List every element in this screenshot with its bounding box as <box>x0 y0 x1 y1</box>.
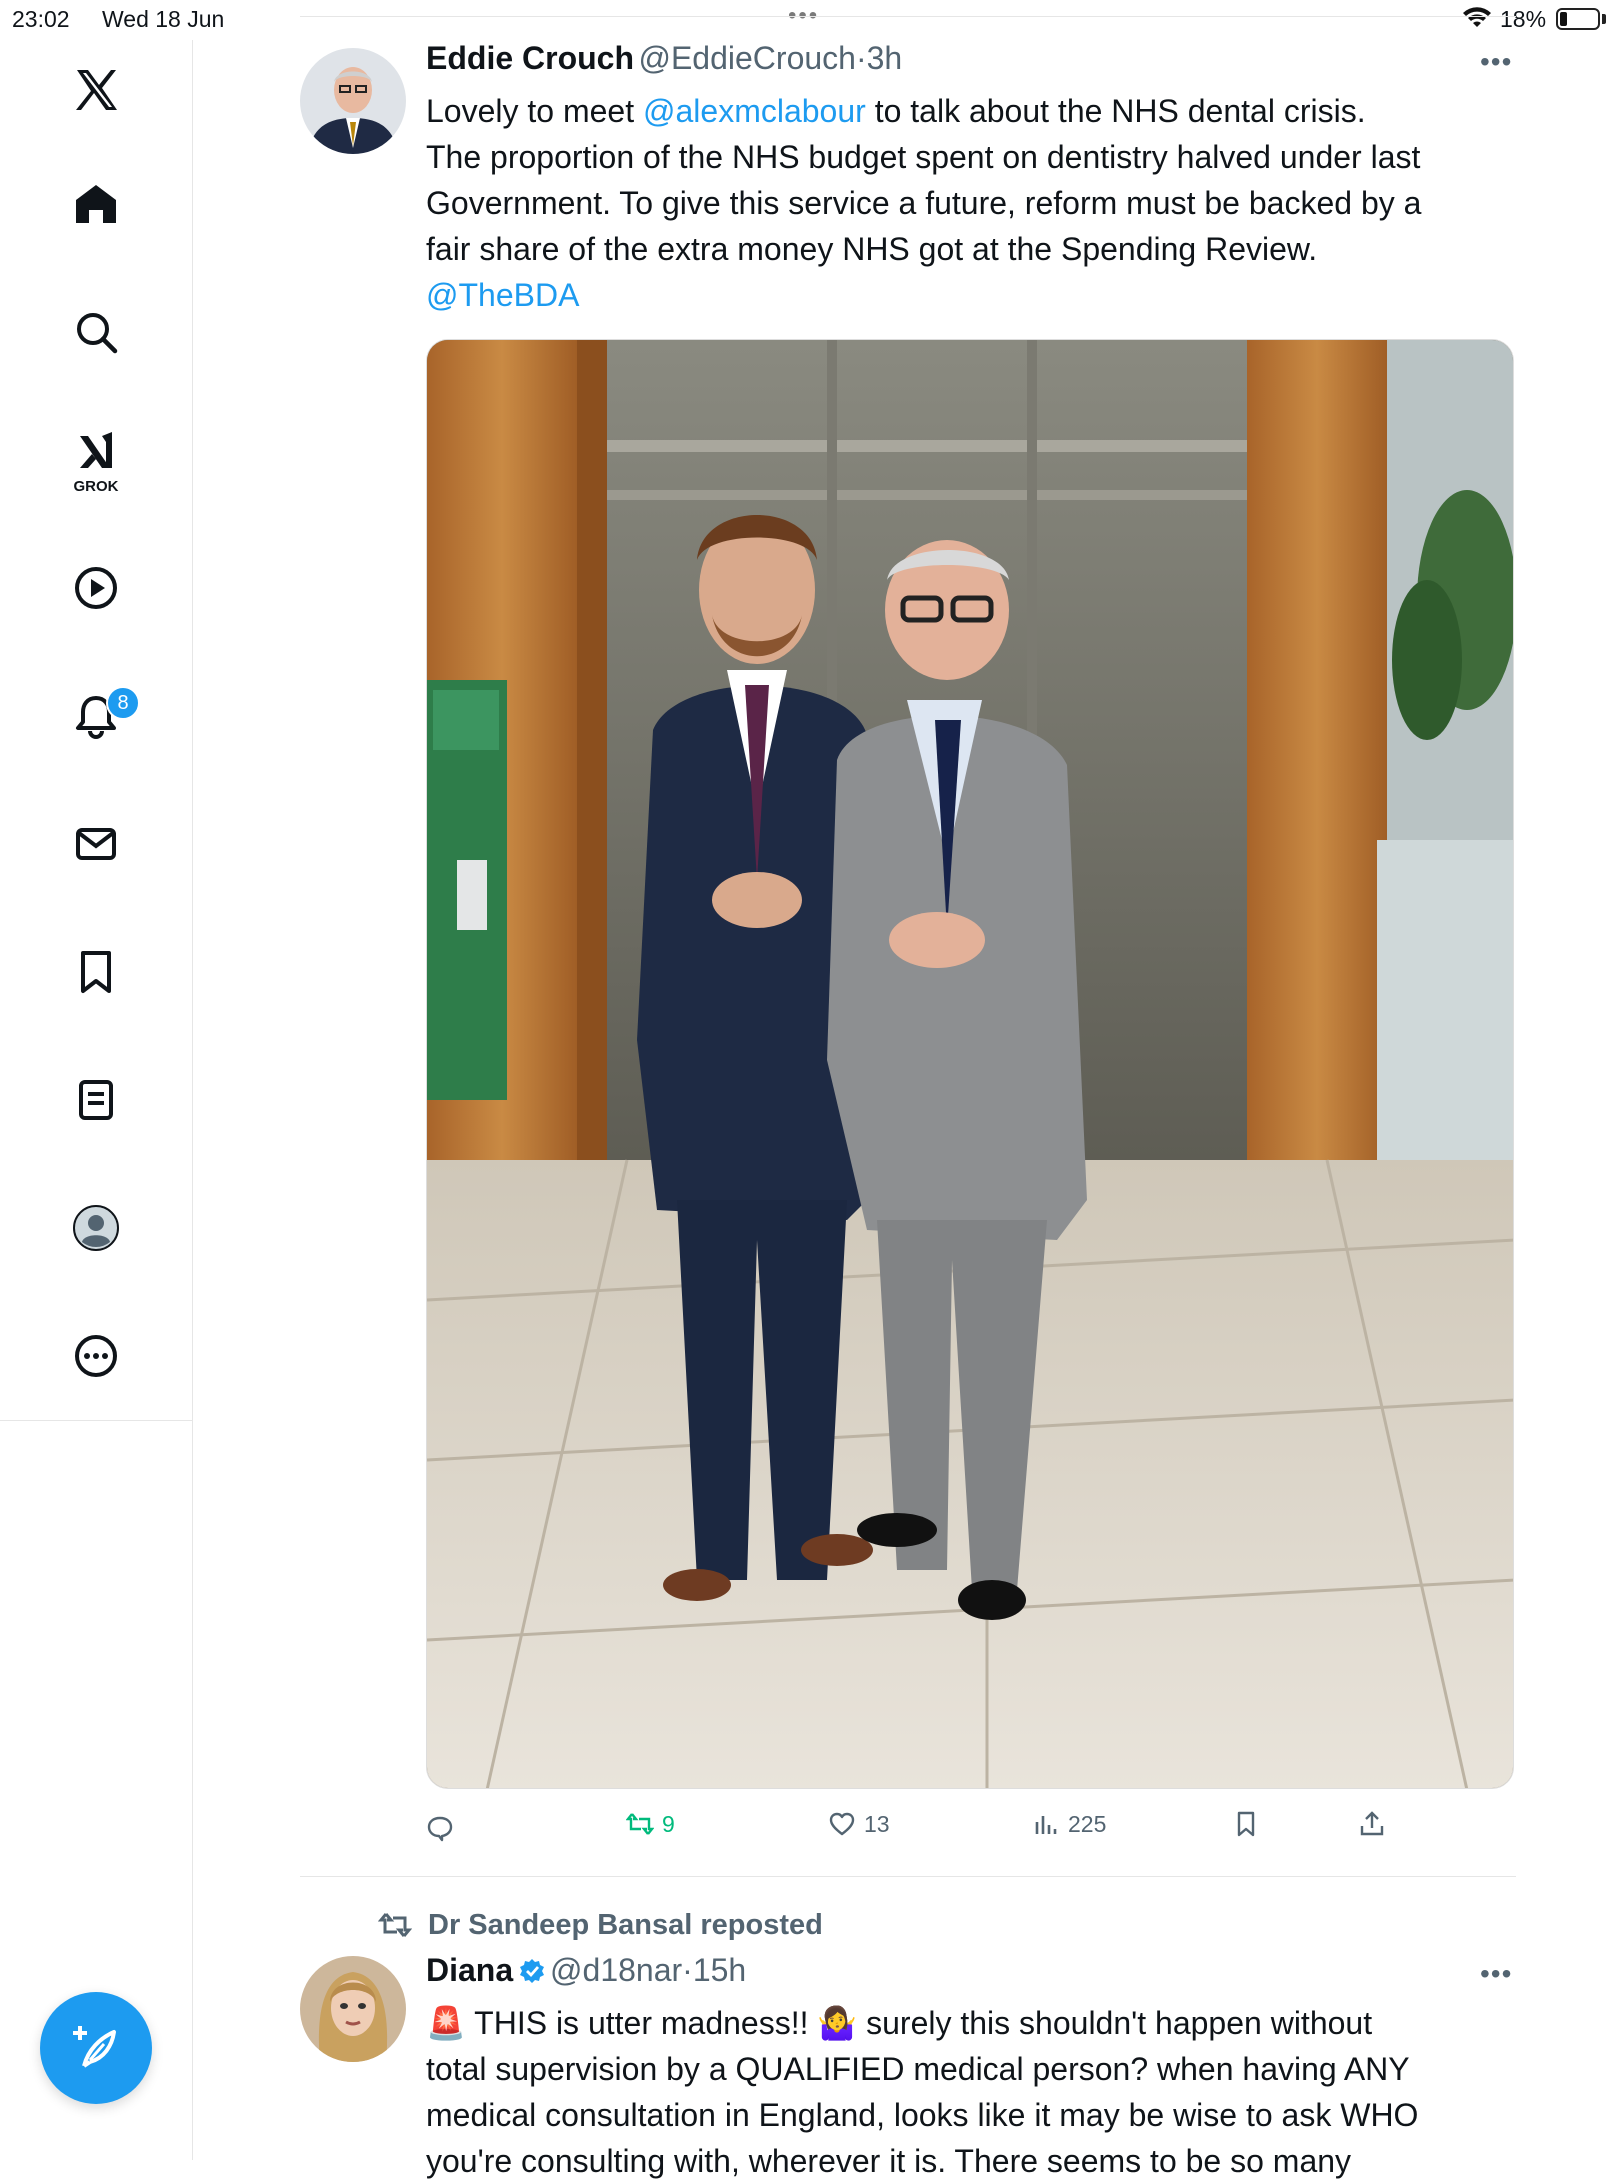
battery-icon <box>1556 8 1600 30</box>
tweet2-text: total supervision by a QUALIFIED medical… <box>426 2051 1410 2087</box>
tweet1-text: Government. To give this service a futur… <box>426 185 1422 221</box>
home-icon[interactable] <box>68 176 124 232</box>
grok-icon[interactable] <box>68 424 124 480</box>
reply-icon <box>427 1816 453 1842</box>
bookmark-icon[interactable] <box>68 944 124 1000</box>
sidebar-divider <box>0 1420 192 1421</box>
profile-avatar-icon[interactable] <box>68 1200 124 1256</box>
tweet2-separator: · <box>682 1952 693 1988</box>
battery-percent: 18% <box>1500 6 1547 32</box>
tweet1-handle[interactable]: @EddieCrouch <box>638 40 855 76</box>
tweet1-author-name[interactable]: Eddie Crouch <box>426 40 634 76</box>
video-play-icon[interactable] <box>68 560 124 616</box>
status-bar: 23:02 Wed 18 Jun ••• 18% <box>0 0 1620 40</box>
tweet2-text: you're consulting with, wherever it is. … <box>426 2143 1352 2179</box>
status-date: Wed 18 Jun <box>102 6 225 32</box>
like-count: 13 <box>864 1810 890 1837</box>
x-logo-icon[interactable] <box>68 62 124 118</box>
messages-envelope-icon[interactable] <box>68 816 124 872</box>
battery-tip <box>1602 14 1606 24</box>
tweet1-separator: · <box>855 40 867 76</box>
tweet2-more-button[interactable]: ••• <box>1480 1958 1512 1990</box>
tweet1-text: Lovely to meet <box>426 93 643 129</box>
status-time: 23:02 <box>12 6 70 32</box>
reply-button[interactable] <box>426 1814 462 1842</box>
bookmark-icon <box>1237 1811 1255 1837</box>
repost-context[interactable]: Dr Sandeep Bansal reposted <box>378 1908 823 1942</box>
tweet1-body: Lovely to meet @alexmclabour to talk abo… <box>426 88 1620 318</box>
more-circle-icon[interactable] <box>68 1328 124 1384</box>
views-chart-icon <box>1035 1816 1057 1834</box>
compose-post-button[interactable] <box>40 1992 152 2104</box>
tweet-divider <box>300 1876 1516 1877</box>
repost-by-label: Dr Sandeep Bansal reposted <box>428 1908 823 1941</box>
repost-button[interactable]: 9 <box>626 1810 675 1838</box>
feather-plus-icon <box>73 2026 116 2068</box>
repost-count: 9 <box>662 1810 675 1837</box>
mention-link[interactable]: @alexmclabour <box>643 93 866 129</box>
notifications-badge: 8 <box>106 686 140 720</box>
bookmark-button[interactable] <box>1232 1810 1260 1838</box>
tweet1-text: The proportion of the NHS budget spent o… <box>426 139 1421 175</box>
tweet1-photo[interactable] <box>426 339 1514 1789</box>
tweet2-text: medical consultation in England, looks l… <box>426 2097 1419 2133</box>
views-count: 225 <box>1068 1810 1107 1837</box>
tweet1-timestamp[interactable]: 3h <box>867 40 903 76</box>
share-button[interactable] <box>1358 1810 1386 1838</box>
repost-icon <box>626 1813 654 1835</box>
eddie-avatar[interactable] <box>300 48 406 154</box>
views-button[interactable]: 225 <box>1032 1810 1106 1838</box>
verified-badge-icon <box>519 1959 544 1983</box>
tweet1-text: to talk about the NHS dental crisis. <box>865 93 1366 129</box>
lists-icon[interactable] <box>68 1072 124 1128</box>
tweet1-action-bar: 9 13 225 <box>426 1806 1516 1850</box>
share-icon <box>1360 1811 1384 1836</box>
repost-small-icon <box>378 1913 412 1937</box>
like-button[interactable]: 13 <box>828 1810 890 1838</box>
tweet2-author-name[interactable]: Diana <box>426 1952 513 1988</box>
diana-avatar[interactable] <box>300 1956 406 2062</box>
search-icon[interactable] <box>68 304 124 360</box>
grok-label: GROK <box>73 478 119 495</box>
mention-link[interactable]: @TheBDA <box>426 272 1620 318</box>
tweet2-text: 🚨 THIS is utter madness!! 🤷‍♀️ surely th… <box>426 2005 1373 2041</box>
tweet2-handle[interactable]: @d18nar <box>550 1952 682 1988</box>
wifi-icon <box>1463 7 1491 27</box>
feed-top-border <box>300 16 1516 17</box>
column-border <box>192 1420 193 2160</box>
heart-icon <box>829 1812 855 1836</box>
tweet1-more-button[interactable]: ••• <box>1480 46 1512 78</box>
tweet2-body: 🚨 THIS is utter madness!! 🤷‍♀️ surely th… <box>426 2000 1620 2184</box>
tweet1-text: fair share of the extra money NHS got at… <box>426 231 1318 267</box>
tweet2-timestamp[interactable]: 15h <box>693 1952 746 1988</box>
